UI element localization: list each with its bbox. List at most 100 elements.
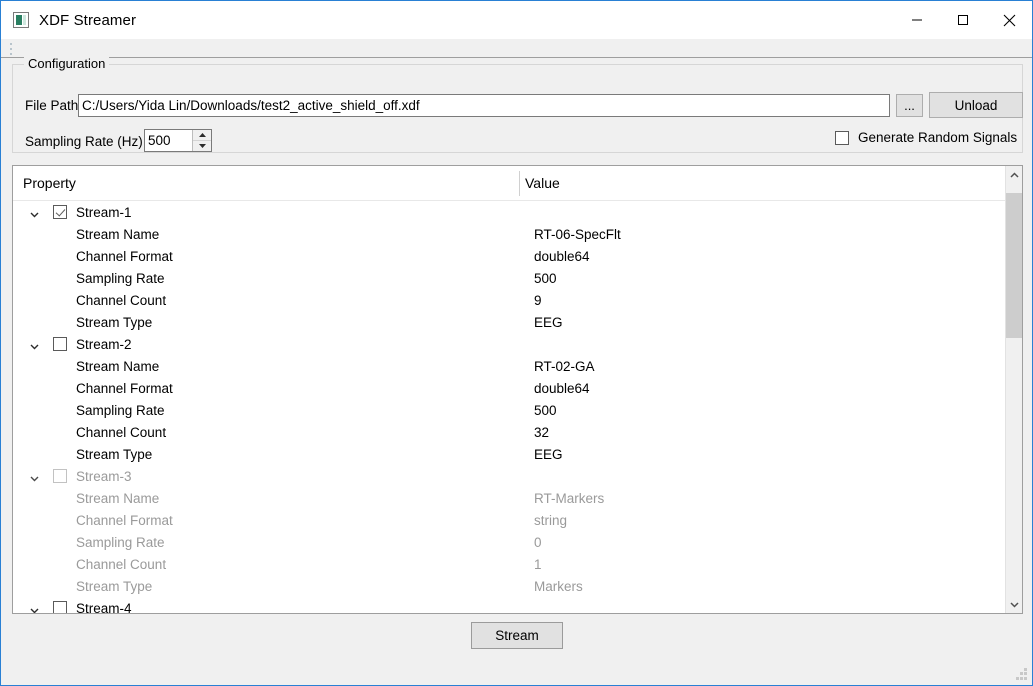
chevron-down-icon[interactable] [29, 339, 40, 350]
stream-enable-checkbox[interactable] [53, 469, 67, 483]
stream-enable-checkbox[interactable] [53, 337, 67, 351]
minimize-button[interactable] [894, 1, 940, 39]
app-window: XDF Streamer Configuration File Path C:/… [0, 0, 1033, 686]
tree-property-row[interactable]: Sampling Rate 500 [13, 399, 1005, 421]
tree-body: Stream-1 Stream Name RT-06-SpecFlt Channel … [13, 201, 1005, 614]
tree-value-text: double64 [534, 380, 590, 396]
tree-property-label: Channel Format [76, 248, 173, 264]
tree-property-label: Stream Name [76, 490, 160, 506]
tree-property-label: Stream-1 [76, 204, 132, 220]
stream-enable-checkbox[interactable] [53, 205, 67, 219]
toolbar-strip [1, 39, 1032, 58]
tree-value-text: 9 [534, 292, 542, 308]
tree-header: Property Value [13, 166, 1022, 201]
tree-property-label: Sampling Rate [76, 534, 165, 550]
tree-property-row[interactable]: Channel Format double64 [13, 245, 1005, 267]
tree-property-row[interactable]: Stream Type EEG [13, 311, 1005, 333]
tree-property-row[interactable]: Channel Count 1 [13, 553, 1005, 575]
tree-property-row[interactable]: Stream Type EEG [13, 443, 1005, 465]
sampling-rate-increment-button[interactable] [193, 130, 211, 141]
tree-property-label: Channel Format [76, 380, 173, 396]
tree-property-row[interactable]: Stream Type Markers [13, 575, 1005, 597]
tree-property-label: Stream-3 [76, 468, 132, 484]
title-bar: XDF Streamer [1, 1, 1032, 39]
tree-value-text: 500 [534, 402, 557, 418]
tree-property-row[interactable]: Channel Count 32 [13, 421, 1005, 443]
chevron-down-icon[interactable] [29, 207, 40, 218]
generate-random-signals-label: Generate Random Signals [858, 130, 1018, 145]
tree-property-label: Sampling Rate [76, 402, 165, 418]
stream-button[interactable]: Stream [471, 622, 563, 649]
tree-property-label: Channel Count [76, 424, 167, 440]
minimize-icon [912, 19, 922, 21]
sampling-rate-label: Sampling Rate (Hz) [25, 134, 143, 149]
tree-property-label: Stream-4 [76, 600, 132, 614]
tree-property-row[interactable]: Sampling Rate 0 [13, 531, 1005, 553]
maximize-icon [958, 15, 968, 25]
tree-property-label: Stream Type [76, 578, 153, 594]
tree-property-label: Stream Type [76, 446, 153, 462]
stream-tree-panel: Property Value Stream-1 Stream Name RT-06-… [12, 165, 1023, 614]
browse-button[interactable]: ... [896, 94, 923, 117]
tree-property-label: Channel Format [76, 512, 173, 528]
tree-property-row[interactable]: Stream Name RT-06-SpecFlt [13, 223, 1005, 245]
sampling-rate-decrement-button[interactable] [193, 140, 211, 151]
tree-group-row[interactable]: Stream-2 [13, 333, 1005, 355]
tree-value-text: 32 [534, 424, 550, 440]
tree-value-text: RT-02-GA [534, 358, 595, 374]
window-title: XDF Streamer [39, 11, 137, 29]
tree-property-row[interactable]: Sampling Rate 500 [13, 267, 1005, 289]
tree-property-row[interactable]: Stream Name RT-02-GA [13, 355, 1005, 377]
sampling-rate-spin-buttons [192, 130, 211, 151]
unload-button[interactable]: Unload [929, 92, 1023, 118]
generate-random-signals-checkbox[interactable] [835, 130, 849, 145]
scrollbar-thumb[interactable] [1006, 193, 1022, 338]
tree-value-text: double64 [534, 248, 590, 264]
window-controls [894, 1, 1032, 39]
resize-grip[interactable] [1015, 668, 1028, 681]
tree-property-row[interactable]: Channel Format double64 [13, 377, 1005, 399]
chevron-down-icon[interactable] [29, 471, 40, 482]
sampling-rate-stepper[interactable] [144, 129, 212, 152]
vertical-scrollbar[interactable] [1005, 166, 1022, 613]
file-path-input[interactable] [78, 94, 890, 117]
tree-property-row[interactable]: Channel Count 9 [13, 289, 1005, 311]
scroll-up-button[interactable] [1006, 166, 1022, 183]
tree-value-text: RT-Markers [534, 490, 605, 506]
configuration-group: Configuration File Path ... Unload Sampl… [12, 56, 1023, 153]
maximize-button[interactable] [940, 1, 986, 39]
tree-value-text: EEG [534, 446, 563, 462]
triangle-down-icon [198, 143, 206, 148]
app-icon [13, 12, 29, 28]
chevron-up-icon [1009, 171, 1019, 178]
column-divider[interactable] [519, 171, 520, 196]
tree-value-text: Markers [534, 578, 583, 594]
tree-property-label: Stream-2 [76, 336, 132, 352]
chevron-down-icon[interactable] [29, 603, 40, 613]
chevron-down-icon [1009, 601, 1019, 608]
tree-property-label: Channel Count [76, 292, 167, 308]
tree-property-label: Stream Name [76, 226, 160, 242]
tree-property-label: Channel Count [76, 556, 167, 572]
column-header-value[interactable]: Value [525, 175, 560, 191]
tree-group-row[interactable]: Stream-4 [13, 597, 1005, 614]
sampling-rate-input[interactable] [145, 130, 192, 151]
triangle-up-icon [198, 132, 206, 137]
tree-property-row[interactable]: Channel Format string [13, 509, 1005, 531]
tree-property-row[interactable]: Stream Name RT-Markers [13, 487, 1005, 509]
stream-enable-checkbox[interactable] [53, 601, 67, 613]
close-button[interactable] [986, 1, 1032, 39]
generate-random-signals-row[interactable]: Generate Random Signals [835, 130, 1017, 145]
tree-value-text: EEG [534, 314, 563, 330]
tree-property-label: Stream Name [76, 358, 160, 374]
scroll-down-button[interactable] [1006, 596, 1022, 613]
tree-group-row[interactable]: Stream-1 [13, 201, 1005, 223]
tree-value-text: 500 [534, 270, 557, 286]
tree-value-text: 0 [534, 534, 542, 550]
close-icon [1003, 14, 1015, 26]
column-header-property[interactable]: Property [23, 175, 76, 191]
tree-group-row[interactable]: Stream-3 [13, 465, 1005, 487]
file-path-label: File Path [25, 98, 79, 113]
tree-value-text: string [534, 512, 568, 528]
toolbar-grip-handle[interactable] [10, 43, 13, 55]
